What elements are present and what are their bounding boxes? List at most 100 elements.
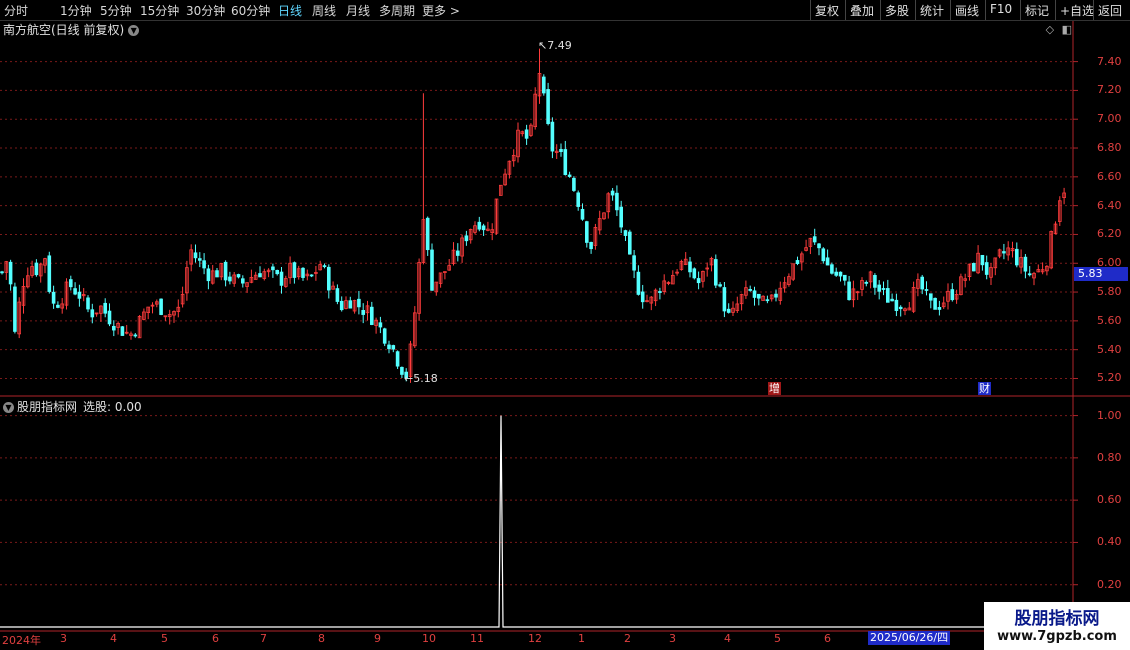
candlestick-series bbox=[0, 48, 1066, 383]
watermark: 股朋指标网 www.7gpzb.com bbox=[984, 602, 1130, 650]
candle-body bbox=[382, 328, 387, 344]
date-axis: 2024年 3 4 5 6 7 8 9 10 11 12 1 2 3 4 5 6… bbox=[0, 631, 1130, 650]
date-tick: 5 bbox=[774, 632, 781, 645]
candle-body bbox=[623, 230, 628, 236]
candle-body bbox=[576, 192, 580, 207]
candle-body bbox=[391, 345, 396, 350]
candle-body bbox=[559, 149, 563, 152]
candle-body bbox=[120, 326, 125, 336]
period-fenshi[interactable]: 分时 bbox=[4, 2, 28, 19]
indicator-grid bbox=[0, 415, 1078, 586]
cai-badge[interactable]: 财 bbox=[978, 382, 991, 395]
draw-line-button[interactable]: 画线 bbox=[950, 0, 983, 20]
candle-body bbox=[378, 322, 383, 328]
indicator-tick-label: 0.80 bbox=[1097, 450, 1122, 464]
period-multi[interactable]: 多周期 bbox=[379, 2, 415, 19]
overlay-button[interactable]: 叠加 bbox=[845, 0, 878, 20]
candle-body bbox=[894, 299, 899, 311]
candle-body bbox=[13, 286, 17, 332]
candle-body bbox=[580, 208, 585, 220]
candle-body bbox=[718, 284, 722, 287]
indicator-signal-line bbox=[0, 415, 1073, 628]
mark-button[interactable]: 标记 bbox=[1020, 0, 1053, 20]
chevron-down-icon[interactable]: ▼ bbox=[128, 25, 140, 36]
period-30min[interactable]: 30分钟 bbox=[186, 2, 225, 19]
candle-body bbox=[47, 255, 52, 292]
candle-body bbox=[933, 297, 937, 310]
price-tick-label: 5.20 bbox=[1097, 371, 1122, 385]
price-tick-label: 5.80 bbox=[1097, 285, 1122, 299]
date-tick: 2 bbox=[624, 632, 631, 645]
stats-button[interactable]: 统计 bbox=[915, 0, 948, 20]
period-60min[interactable]: 60分钟 bbox=[231, 2, 270, 19]
date-tick: 7 bbox=[260, 632, 267, 645]
period-monthly[interactable]: 月线 bbox=[346, 2, 370, 19]
candle-body bbox=[542, 76, 546, 94]
candle-body bbox=[271, 266, 275, 271]
candle-body bbox=[550, 121, 555, 152]
period-weekly[interactable]: 周线 bbox=[312, 2, 336, 19]
current-price-tag: 5.83 bbox=[1074, 267, 1128, 281]
back-button[interactable]: 返回 bbox=[1093, 0, 1126, 20]
indicator-tick-label: 0.20 bbox=[1097, 577, 1122, 591]
candle-body bbox=[1002, 251, 1006, 254]
price-tick-label: 6.80 bbox=[1097, 141, 1122, 155]
fuquan-button[interactable]: 复权 bbox=[810, 0, 843, 20]
period-daily[interactable]: 日线 bbox=[278, 2, 302, 19]
candle-body bbox=[619, 206, 623, 228]
date-tick: 6 bbox=[212, 632, 219, 645]
candle-body bbox=[202, 260, 206, 269]
candle-body bbox=[223, 261, 228, 281]
chevron-down-icon[interactable]: ▼ bbox=[3, 402, 14, 413]
multi-stock-button[interactable]: 多股 bbox=[880, 0, 913, 20]
price-tick-label: 7.20 bbox=[1097, 83, 1122, 97]
chart-corner-tools: ◇ ◧ bbox=[1046, 23, 1072, 36]
candle-body bbox=[924, 289, 929, 291]
date-year: 2024年 bbox=[2, 634, 41, 647]
date-cursor-label: 2025/06/26/四 bbox=[868, 631, 951, 645]
price-tick-label: 6.40 bbox=[1097, 198, 1122, 212]
candle-body bbox=[103, 302, 108, 314]
candle-body bbox=[73, 288, 77, 295]
candle-body bbox=[838, 271, 843, 277]
date-tick: 1 bbox=[578, 632, 585, 645]
candle-body bbox=[658, 291, 662, 293]
candle-body bbox=[279, 271, 284, 286]
period-5min[interactable]: 5分钟 bbox=[100, 2, 132, 19]
candle-body bbox=[335, 288, 340, 302]
date-tick: 3 bbox=[60, 632, 67, 645]
candle-body bbox=[688, 261, 692, 273]
candle-body bbox=[215, 270, 219, 278]
zeng-badge[interactable]: 增 bbox=[768, 382, 781, 395]
kline-chart[interactable] bbox=[0, 0, 1130, 650]
candle-body bbox=[795, 260, 800, 264]
candle-body bbox=[748, 289, 752, 291]
date-tick: 9 bbox=[374, 632, 381, 645]
candle-body bbox=[886, 288, 890, 303]
candle-body bbox=[348, 300, 353, 309]
indicator-tick-label: 0.40 bbox=[1097, 535, 1122, 549]
main-chart-header: 南方航空(日线 前复权) ▼ bbox=[0, 21, 140, 38]
candle-body bbox=[197, 258, 202, 261]
add-watchlist-button[interactable]: +自选 bbox=[1055, 0, 1098, 20]
candle-body bbox=[8, 261, 13, 285]
candle-body bbox=[757, 293, 761, 299]
candle-body bbox=[774, 293, 778, 298]
period-more[interactable]: 更多 > bbox=[422, 2, 460, 19]
period-1min[interactable]: 1分钟 bbox=[60, 2, 92, 19]
diamond-icon[interactable]: ◇ bbox=[1046, 23, 1054, 36]
candle-body bbox=[873, 275, 877, 288]
candle-body bbox=[309, 274, 314, 277]
panel-toggle-icon[interactable]: ◧ bbox=[1062, 23, 1072, 36]
candle-body bbox=[821, 248, 826, 262]
candle-body bbox=[890, 298, 894, 302]
candle-body bbox=[726, 308, 731, 313]
candle-body bbox=[881, 288, 886, 290]
candle-body bbox=[714, 259, 718, 286]
candle-body bbox=[464, 235, 469, 242]
candle-body bbox=[563, 149, 568, 175]
f10-button[interactable]: F10 bbox=[985, 0, 1016, 20]
candle-body bbox=[77, 291, 82, 299]
period-15min[interactable]: 15分钟 bbox=[140, 2, 179, 19]
price-tick-label: 7.40 bbox=[1097, 54, 1122, 68]
